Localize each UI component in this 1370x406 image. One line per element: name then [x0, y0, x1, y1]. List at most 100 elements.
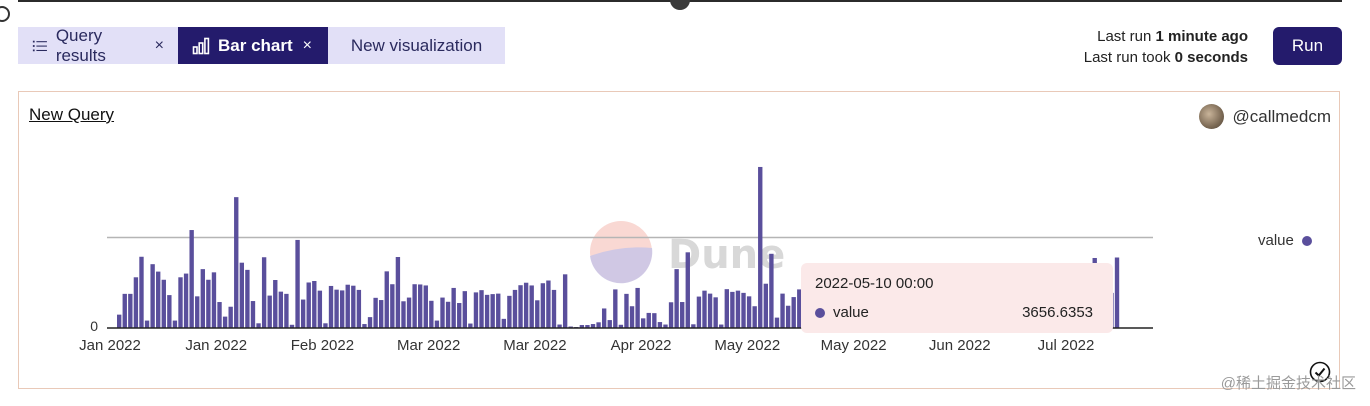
chart-bar[interactable]	[596, 322, 601, 328]
chart-bar[interactable]	[429, 300, 434, 328]
chart-legend[interactable]: value	[1258, 232, 1312, 249]
chart-bar[interactable]	[351, 285, 356, 328]
chart-bar[interactable]	[752, 306, 757, 328]
chart-bar[interactable]	[657, 322, 663, 328]
chart-bar[interactable]	[217, 302, 222, 328]
chart-bar[interactable]	[758, 166, 763, 328]
chart-bar[interactable]	[780, 293, 785, 328]
chart-bar[interactable]	[418, 284, 423, 328]
chart-bar[interactable]	[412, 284, 417, 328]
chart-bar[interactable]	[211, 272, 217, 328]
chart-bar[interactable]	[267, 295, 272, 328]
chart-bar[interactable]	[652, 313, 657, 328]
chart-bar[interactable]	[195, 296, 200, 328]
chart-bar[interactable]	[384, 271, 389, 328]
chart-bar[interactable]	[189, 230, 194, 328]
chart-bar[interactable]	[239, 262, 245, 328]
chart-bar[interactable]	[473, 292, 479, 328]
chart-bar[interactable]	[641, 318, 646, 328]
chart-bar[interactable]	[328, 285, 334, 328]
chart-bar[interactable]	[535, 300, 540, 328]
chart-bar[interactable]	[1114, 257, 1120, 329]
chart-bar[interactable]	[685, 252, 690, 328]
chart-bar[interactable]	[423, 285, 428, 328]
chart-bar[interactable]	[457, 303, 462, 328]
chart-bar[interactable]	[406, 297, 412, 328]
chart-bar[interactable]	[379, 300, 384, 328]
chart-bar[interactable]	[774, 317, 780, 328]
chart-bar[interactable]	[445, 301, 451, 328]
chart-bar[interactable]	[479, 290, 484, 328]
chart-bar[interactable]	[156, 271, 161, 328]
chart-bar[interactable]	[668, 302, 674, 328]
chart-bar[interactable]	[746, 296, 752, 328]
chart-bar[interactable]	[161, 279, 166, 328]
chart-bar[interactable]	[540, 283, 546, 328]
chart-bar[interactable]	[133, 277, 139, 328]
chart-bar[interactable]	[295, 239, 300, 328]
chart-bar[interactable]	[356, 289, 362, 328]
chart-bar[interactable]	[245, 269, 250, 328]
chart-bar[interactable]	[317, 290, 323, 328]
chart-bar[interactable]	[735, 290, 741, 328]
chart-bar[interactable]	[395, 257, 401, 328]
chart-bar[interactable]	[484, 294, 490, 328]
chart-bar[interactable]	[122, 293, 127, 328]
chart-bar[interactable]	[345, 284, 350, 328]
chart-bar[interactable]	[769, 253, 774, 328]
chart-bar[interactable]	[730, 291, 735, 328]
chart-bar[interactable]	[607, 320, 612, 328]
chart-bar[interactable]	[390, 284, 395, 328]
chart-bar[interactable]	[713, 297, 718, 328]
chart-bar[interactable]	[501, 318, 507, 328]
chart-bar[interactable]	[635, 287, 640, 328]
chart-bar[interactable]	[312, 281, 317, 328]
chart-bar[interactable]	[250, 301, 256, 328]
chart-bar[interactable]	[228, 306, 233, 328]
chart-bar[interactable]	[167, 295, 172, 328]
chart-bar[interactable]	[624, 293, 629, 328]
chart-bar[interactable]	[707, 293, 713, 328]
chart-bar[interactable]	[451, 287, 456, 328]
chart-bar[interactable]	[562, 274, 568, 328]
chart-bar[interactable]	[178, 277, 183, 328]
chart-bar[interactable]	[785, 305, 791, 328]
chart-bar[interactable]	[273, 280, 278, 328]
chart-bar[interactable]	[150, 264, 155, 328]
chart-bar[interactable]	[791, 297, 796, 328]
chart-bar[interactable]	[551, 289, 557, 328]
chart-bar[interactable]	[518, 285, 523, 328]
chart-bar[interactable]	[339, 290, 345, 328]
chart-bar[interactable]	[401, 301, 406, 328]
chart-bar[interactable]	[512, 289, 518, 328]
chart-bar[interactable]	[741, 292, 746, 328]
chart-bar[interactable]	[490, 294, 495, 328]
chart-bar[interactable]	[646, 312, 651, 328]
chart-bar[interactable]	[200, 269, 205, 328]
chart-bar[interactable]	[440, 297, 445, 328]
chart-bar[interactable]	[284, 293, 289, 328]
chart-bar[interactable]	[144, 320, 150, 328]
chart-bar[interactable]	[462, 291, 467, 328]
chart-bar[interactable]	[172, 320, 178, 328]
chart-bar[interactable]	[139, 256, 144, 328]
chart-bar[interactable]	[300, 299, 306, 328]
chart-bar[interactable]	[222, 316, 228, 328]
chart-bar[interactable]	[117, 314, 122, 328]
chart-bar[interactable]	[373, 297, 378, 328]
chart-bar[interactable]	[529, 285, 534, 328]
chart-bar[interactable]	[546, 280, 551, 328]
chart-bar[interactable]	[696, 296, 702, 328]
chart-bar[interactable]	[206, 279, 211, 328]
chart-bar[interactable]	[278, 291, 284, 328]
chart-bar[interactable]	[128, 293, 133, 328]
chart-bar[interactable]	[234, 197, 239, 328]
chart-bar[interactable]	[724, 289, 729, 328]
chart-bar[interactable]	[507, 295, 512, 328]
chart-bar[interactable]	[601, 308, 607, 328]
chart-bar[interactable]	[763, 283, 769, 328]
chart-bar[interactable]	[183, 273, 189, 328]
chart-bar[interactable]	[434, 320, 440, 328]
chart-bar[interactable]	[261, 257, 267, 328]
chart-bar[interactable]	[334, 289, 339, 328]
